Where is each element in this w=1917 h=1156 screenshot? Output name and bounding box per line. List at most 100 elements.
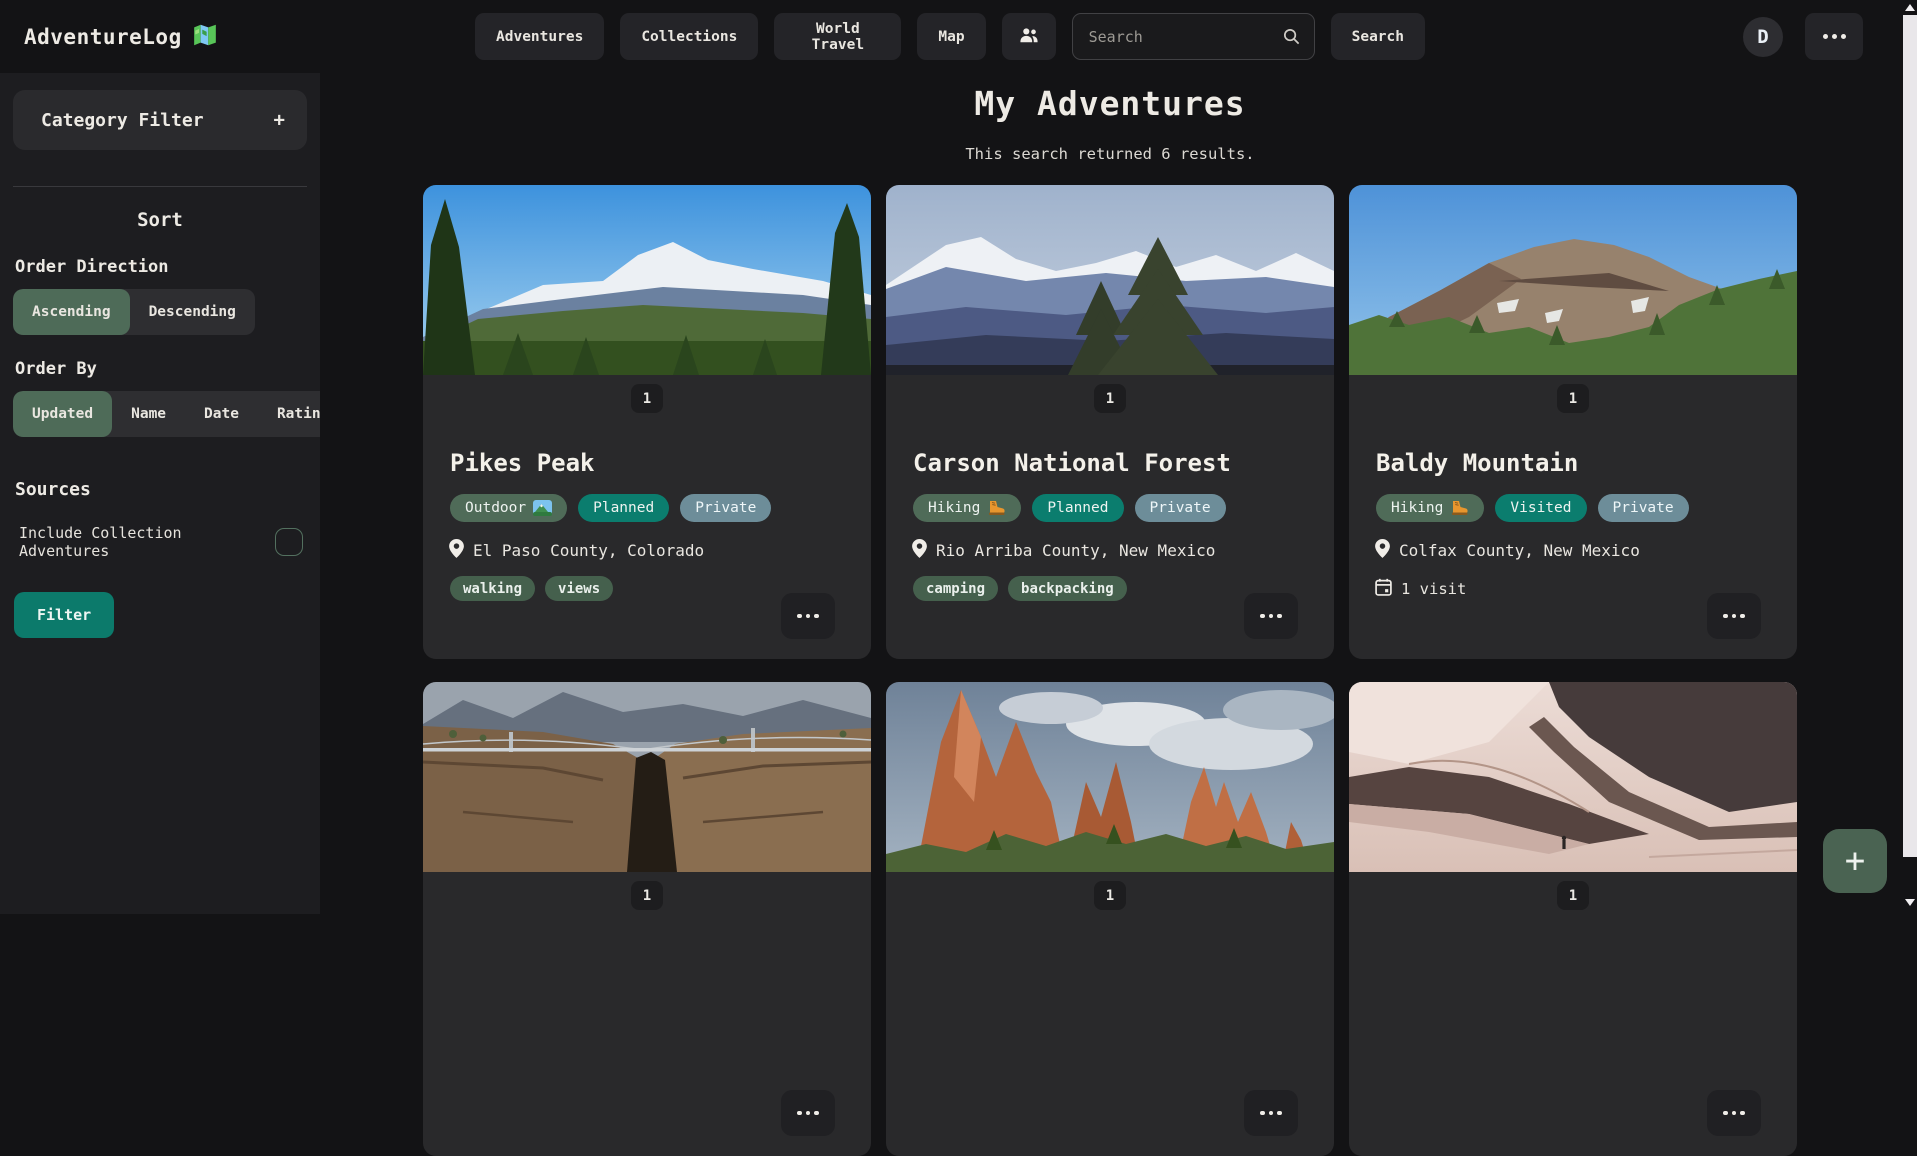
filter-sidebar: Category Filter + Sort Order Direction A…: [0, 73, 320, 914]
search-button[interactable]: Search: [1331, 13, 1425, 60]
plus-expand-icon: +: [274, 109, 285, 131]
image-count-badge: 1: [631, 881, 663, 910]
ellipsis-icon: [1260, 1111, 1282, 1116]
ellipsis-icon: [1723, 614, 1745, 619]
app-logo[interactable]: AdventureLog: [24, 0, 218, 73]
order-by-toggle: Updated Name Date Rating: [13, 391, 348, 437]
nav-adventures-button[interactable]: Adventures: [475, 13, 604, 60]
adventure-image[interactable]: [423, 682, 871, 872]
tag-badge: walking: [450, 576, 535, 601]
adventure-card[interactable]: 1: [1349, 682, 1797, 1156]
location-pin-icon: [912, 539, 927, 562]
nav-map-button[interactable]: Map: [917, 13, 985, 60]
sort-heading: Sort: [13, 209, 307, 231]
tag-badge: camping: [913, 576, 998, 601]
adventure-image[interactable]: [886, 185, 1334, 375]
image-count-badge: 1: [1557, 384, 1589, 413]
image-count-badge: 1: [1094, 881, 1126, 910]
nav-right-group: D: [1743, 0, 1863, 73]
adventure-card[interactable]: 1 Baldy Mountain Hiking Visited Private …: [1349, 185, 1797, 659]
tag-badge: backpacking: [1008, 576, 1127, 601]
badge-row: Hiking Planned Private: [886, 494, 1334, 522]
ellipsis-icon: [797, 614, 819, 619]
visit-count-text: 1 visit: [1401, 580, 1466, 598]
page-title: My Adventures: [320, 84, 1900, 123]
status-badge: Planned: [1032, 494, 1123, 522]
location-row: Rio Arriba County, New Mexico: [886, 539, 1334, 562]
location-text: Colfax County, New Mexico: [1399, 541, 1640, 560]
order-by-date[interactable]: Date: [185, 391, 258, 437]
order-by-updated[interactable]: Updated: [13, 391, 112, 437]
card-more-button[interactable]: [781, 1090, 835, 1136]
adventure-card[interactable]: 1 Carson National Forest Hiking Planned …: [886, 185, 1334, 659]
adventure-title[interactable]: Baldy Mountain: [1349, 449, 1797, 477]
adventure-grid: 1 Pikes Peak Outdoor Planned Private El …: [423, 185, 1797, 1156]
location-pin-icon: [1375, 539, 1390, 562]
add-adventure-button[interactable]: +: [1823, 829, 1887, 893]
nav-more-button[interactable]: [1805, 13, 1863, 60]
include-collection-label: Include Collection Adventures: [19, 524, 275, 560]
ellipsis-icon: [797, 1111, 819, 1116]
nav-collections-button[interactable]: Collections: [620, 13, 758, 60]
map-logo-icon: [192, 22, 218, 52]
sources-row: Include Collection Adventures: [19, 524, 303, 560]
adventure-image[interactable]: [886, 682, 1334, 872]
ellipsis-icon: [1723, 1111, 1745, 1116]
sources-heading: Sources: [15, 479, 307, 500]
search-field-wrap: [1072, 13, 1315, 60]
location-text: El Paso County, Colorado: [473, 541, 704, 560]
nav-world-travel-button[interactable]: World Travel: [774, 13, 901, 60]
card-more-button[interactable]: [781, 593, 835, 639]
card-more-button[interactable]: [1707, 593, 1761, 639]
visibility-badge: Private: [1135, 494, 1226, 522]
adventure-card[interactable]: 1: [423, 682, 871, 1156]
category-badge: Hiking: [913, 494, 1021, 522]
category-icon: [987, 500, 1006, 516]
adventure-image[interactable]: [1349, 185, 1797, 375]
status-badge: Visited: [1495, 494, 1586, 522]
page-scrollbar[interactable]: [1900, 0, 1917, 914]
adventure-image[interactable]: [423, 185, 871, 375]
avatar[interactable]: D: [1743, 17, 1783, 57]
card-more-button[interactable]: [1244, 593, 1298, 639]
card-more-button[interactable]: [1707, 1090, 1761, 1136]
filter-button[interactable]: Filter: [14, 592, 114, 638]
include-collection-checkbox[interactable]: [275, 528, 303, 556]
order-by-label: Order By: [15, 359, 307, 379]
users-icon: [1018, 26, 1040, 48]
scrollbar-up-arrow[interactable]: [1905, 4, 1915, 11]
tag-badge: views: [545, 576, 613, 601]
order-by-name[interactable]: Name: [112, 391, 185, 437]
category-icon: [533, 500, 552, 516]
location-pin-icon: [449, 539, 464, 562]
card-more-button[interactable]: [1244, 1090, 1298, 1136]
adventure-card[interactable]: 1 Pikes Peak Outdoor Planned Private El …: [423, 185, 871, 659]
scrollbar-thumb[interactable]: [1903, 15, 1917, 857]
calendar-icon: [1375, 578, 1392, 600]
results-summary: This search returned 6 results.: [320, 145, 1900, 163]
badge-row: Outdoor Planned Private: [423, 494, 871, 522]
nav-users-button[interactable]: [1002, 13, 1056, 60]
search-input[interactable]: [1072, 13, 1315, 60]
category-filter-label: Category Filter: [41, 110, 204, 131]
adventure-image[interactable]: [1349, 682, 1797, 872]
order-direction-descending[interactable]: Descending: [130, 289, 255, 335]
category-filter-toggle[interactable]: Category Filter +: [13, 90, 307, 150]
adventure-card[interactable]: 1: [886, 682, 1334, 1156]
location-row: Colfax County, New Mexico: [1349, 539, 1797, 562]
main-content: My Adventures This search returned 6 res…: [320, 73, 1900, 914]
location-text: Rio Arriba County, New Mexico: [936, 541, 1215, 560]
adventure-title[interactable]: Carson National Forest: [886, 449, 1334, 477]
sidebar-divider: [13, 186, 307, 187]
order-direction-toggle: Ascending Descending: [13, 289, 255, 335]
visibility-badge: Private: [680, 494, 771, 522]
image-count-badge: 1: [1094, 384, 1126, 413]
adventure-title[interactable]: Pikes Peak: [423, 449, 871, 477]
app-title: AdventureLog: [24, 25, 182, 49]
scrollbar-down-arrow[interactable]: [1905, 899, 1915, 906]
badge-row: Hiking Visited Private: [1349, 494, 1797, 522]
visibility-badge: Private: [1598, 494, 1689, 522]
category-badge: Hiking: [1376, 494, 1484, 522]
order-direction-ascending[interactable]: Ascending: [13, 289, 130, 335]
category-badge: Outdoor: [450, 494, 567, 522]
